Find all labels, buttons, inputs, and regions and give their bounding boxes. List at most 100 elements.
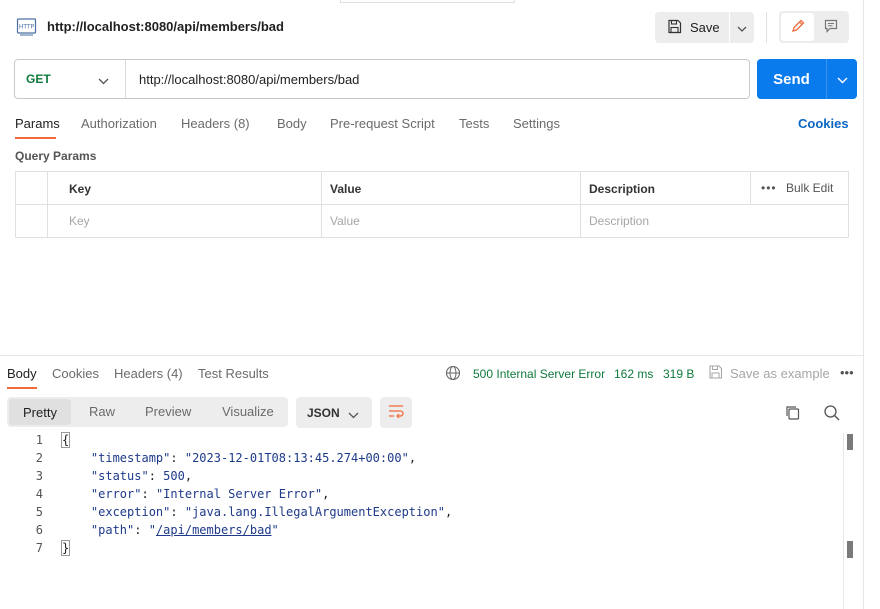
format-preview[interactable]: Preview <box>145 404 191 419</box>
save-as-example-button[interactable]: Save as example <box>730 366 830 381</box>
tab-body[interactable]: Body <box>277 116 307 131</box>
format-visualize[interactable]: Visualize <box>222 404 274 419</box>
cookies-link[interactable]: Cookies <box>798 116 849 131</box>
key-input[interactable]: Key <box>69 214 90 228</box>
documentation-mode-button[interactable] <box>815 13 847 41</box>
json-key: "exception" <box>90 505 171 519</box>
search-icon[interactable] <box>823 404 841 422</box>
response-time[interactable]: 162 ms <box>614 367 653 381</box>
response-tab-cookies[interactable]: Cookies <box>52 366 99 381</box>
format-pretty[interactable]: Pretty <box>9 399 71 425</box>
table-divider <box>47 172 48 237</box>
more-options-icon[interactable]: ••• <box>840 365 854 380</box>
tab-authorization[interactable]: Authorization <box>81 116 157 131</box>
tab-tests[interactable]: Tests <box>459 116 489 131</box>
table-divider <box>16 204 848 205</box>
column-header-description: Description <box>589 182 656 196</box>
comment-icon <box>823 18 839 37</box>
method-label: GET <box>26 72 51 86</box>
table-divider <box>750 172 751 204</box>
editor-scrollbar-marker[interactable] <box>847 541 853 558</box>
chevron-down-icon <box>737 20 747 35</box>
tab-headers[interactable]: Headers (8) <box>181 116 250 131</box>
line-number: 6 <box>35 523 43 537</box>
table-divider <box>321 172 322 237</box>
language-select[interactable]: JSON <box>296 397 372 428</box>
json-key: "error" <box>90 487 142 501</box>
json-punctuation: , <box>322 487 330 501</box>
save-dropdown-button[interactable] <box>730 12 754 43</box>
code-text: "timestamp": "2023-12-01T08:13:45.274+00… <box>90 451 417 465</box>
line-number: 2 <box>35 451 43 465</box>
code-line: 2 "timestamp": "2023-12-01T08:13:45.274+… <box>0 451 843 469</box>
json-value: "Internal Server Error" <box>155 487 323 501</box>
code-line: 5 "exception": "java.lang.IllegalArgumen… <box>0 505 843 523</box>
tab-settings[interactable]: Settings <box>513 116 560 131</box>
view-mode-toggle <box>779 11 849 43</box>
description-input[interactable]: Description <box>589 214 649 228</box>
line-number: 3 <box>35 469 43 483</box>
method-select[interactable]: GET <box>15 60 126 98</box>
save-icon <box>667 19 682 37</box>
response-divider[interactable] <box>0 355 863 356</box>
line-number: 4 <box>35 487 43 501</box>
json-key: "path" <box>90 523 135 537</box>
json-punctuation: , <box>408 451 417 465</box>
active-response-tab-indicator <box>7 387 37 389</box>
language-label: JSON <box>307 405 340 420</box>
json-value: 500 <box>163 469 185 483</box>
svg-text:HTTP: HTTP <box>19 24 35 31</box>
format-raw[interactable]: Raw <box>89 404 115 419</box>
chevron-down-icon <box>837 72 848 87</box>
response-tab-headers[interactable]: Headers (4) <box>114 366 183 381</box>
response-status[interactable]: 500 Internal Server Error <box>473 367 605 381</box>
column-header-key: Key <box>69 182 92 196</box>
editor-scrollbar-track <box>843 433 844 609</box>
response-size[interactable]: 319 B <box>663 367 694 381</box>
path-link[interactable]: /api/members/bad <box>156 523 272 537</box>
format-toggle: Pretty Raw Preview Visualize <box>7 397 288 427</box>
line-number: 5 <box>35 505 43 519</box>
url-input[interactable]: http://localhost:8080/api/members/bad <box>139 72 359 87</box>
response-tab-body[interactable]: Body <box>7 366 37 381</box>
active-tab-indicator <box>15 137 56 139</box>
code-line: 4 "error": "Internal Server Error", <box>0 487 843 505</box>
request-header: HTTP http://localhost:8080/api/members/b… <box>0 0 863 54</box>
code-text: "exception": "java.lang.IllegalArgumentE… <box>90 505 453 519</box>
copy-icon[interactable] <box>784 404 801 421</box>
json-quote: " <box>271 523 279 537</box>
editor-scrollbar-thumb[interactable] <box>847 434 853 450</box>
json-punctuation: , <box>444 505 453 519</box>
json-value: "/api/members/bad" <box>149 523 279 537</box>
word-wrap-button[interactable] <box>380 397 412 428</box>
chevron-down-icon <box>98 74 109 88</box>
send-button[interactable]: Send <box>757 59 826 99</box>
request-title[interactable]: http://localhost:8080/api/members/bad <box>47 19 284 34</box>
response-tab-test-results[interactable]: Test Results <box>198 366 269 381</box>
globe-icon[interactable] <box>445 365 461 381</box>
tab-pre-request-script[interactable]: Pre-request Script <box>330 116 435 131</box>
tab-params[interactable]: Params <box>15 116 60 131</box>
save-button[interactable]: Save <box>655 12 729 43</box>
json-punctuation: , <box>184 469 193 483</box>
edit-mode-button[interactable] <box>781 13 814 41</box>
query-params-table: Key Value Description ••• Bulk Edit Key … <box>15 171 849 238</box>
wrap-lines-icon <box>387 403 405 422</box>
value-input[interactable]: Value <box>330 214 360 228</box>
more-options-icon[interactable]: ••• <box>761 181 777 195</box>
url-bar: GET http://localhost:8080/api/members/ba… <box>14 59 750 99</box>
code-line: 7 } <box>0 540 843 559</box>
json-value: "2023-12-01T08:13:45.274+00:00" <box>184 451 409 465</box>
code-text: { <box>60 432 71 448</box>
chevron-down-icon <box>348 408 359 422</box>
line-number: 1 <box>35 433 43 447</box>
code-line: 6 "path": "/api/members/bad" <box>0 523 843 541</box>
bulk-edit-button[interactable]: Bulk Edit <box>786 181 833 195</box>
http-icon: HTTP <box>16 16 37 37</box>
code-text: } <box>60 540 71 556</box>
code-line: 1 { <box>0 432 843 451</box>
send-dropdown-button[interactable] <box>826 59 857 99</box>
pencil-icon <box>790 18 806 37</box>
response-body-editor[interactable]: 1 { 2 "timestamp": "2023-12-01T08:13:45.… <box>0 432 843 609</box>
code-text: "error": "Internal Server Error", <box>90 487 330 501</box>
